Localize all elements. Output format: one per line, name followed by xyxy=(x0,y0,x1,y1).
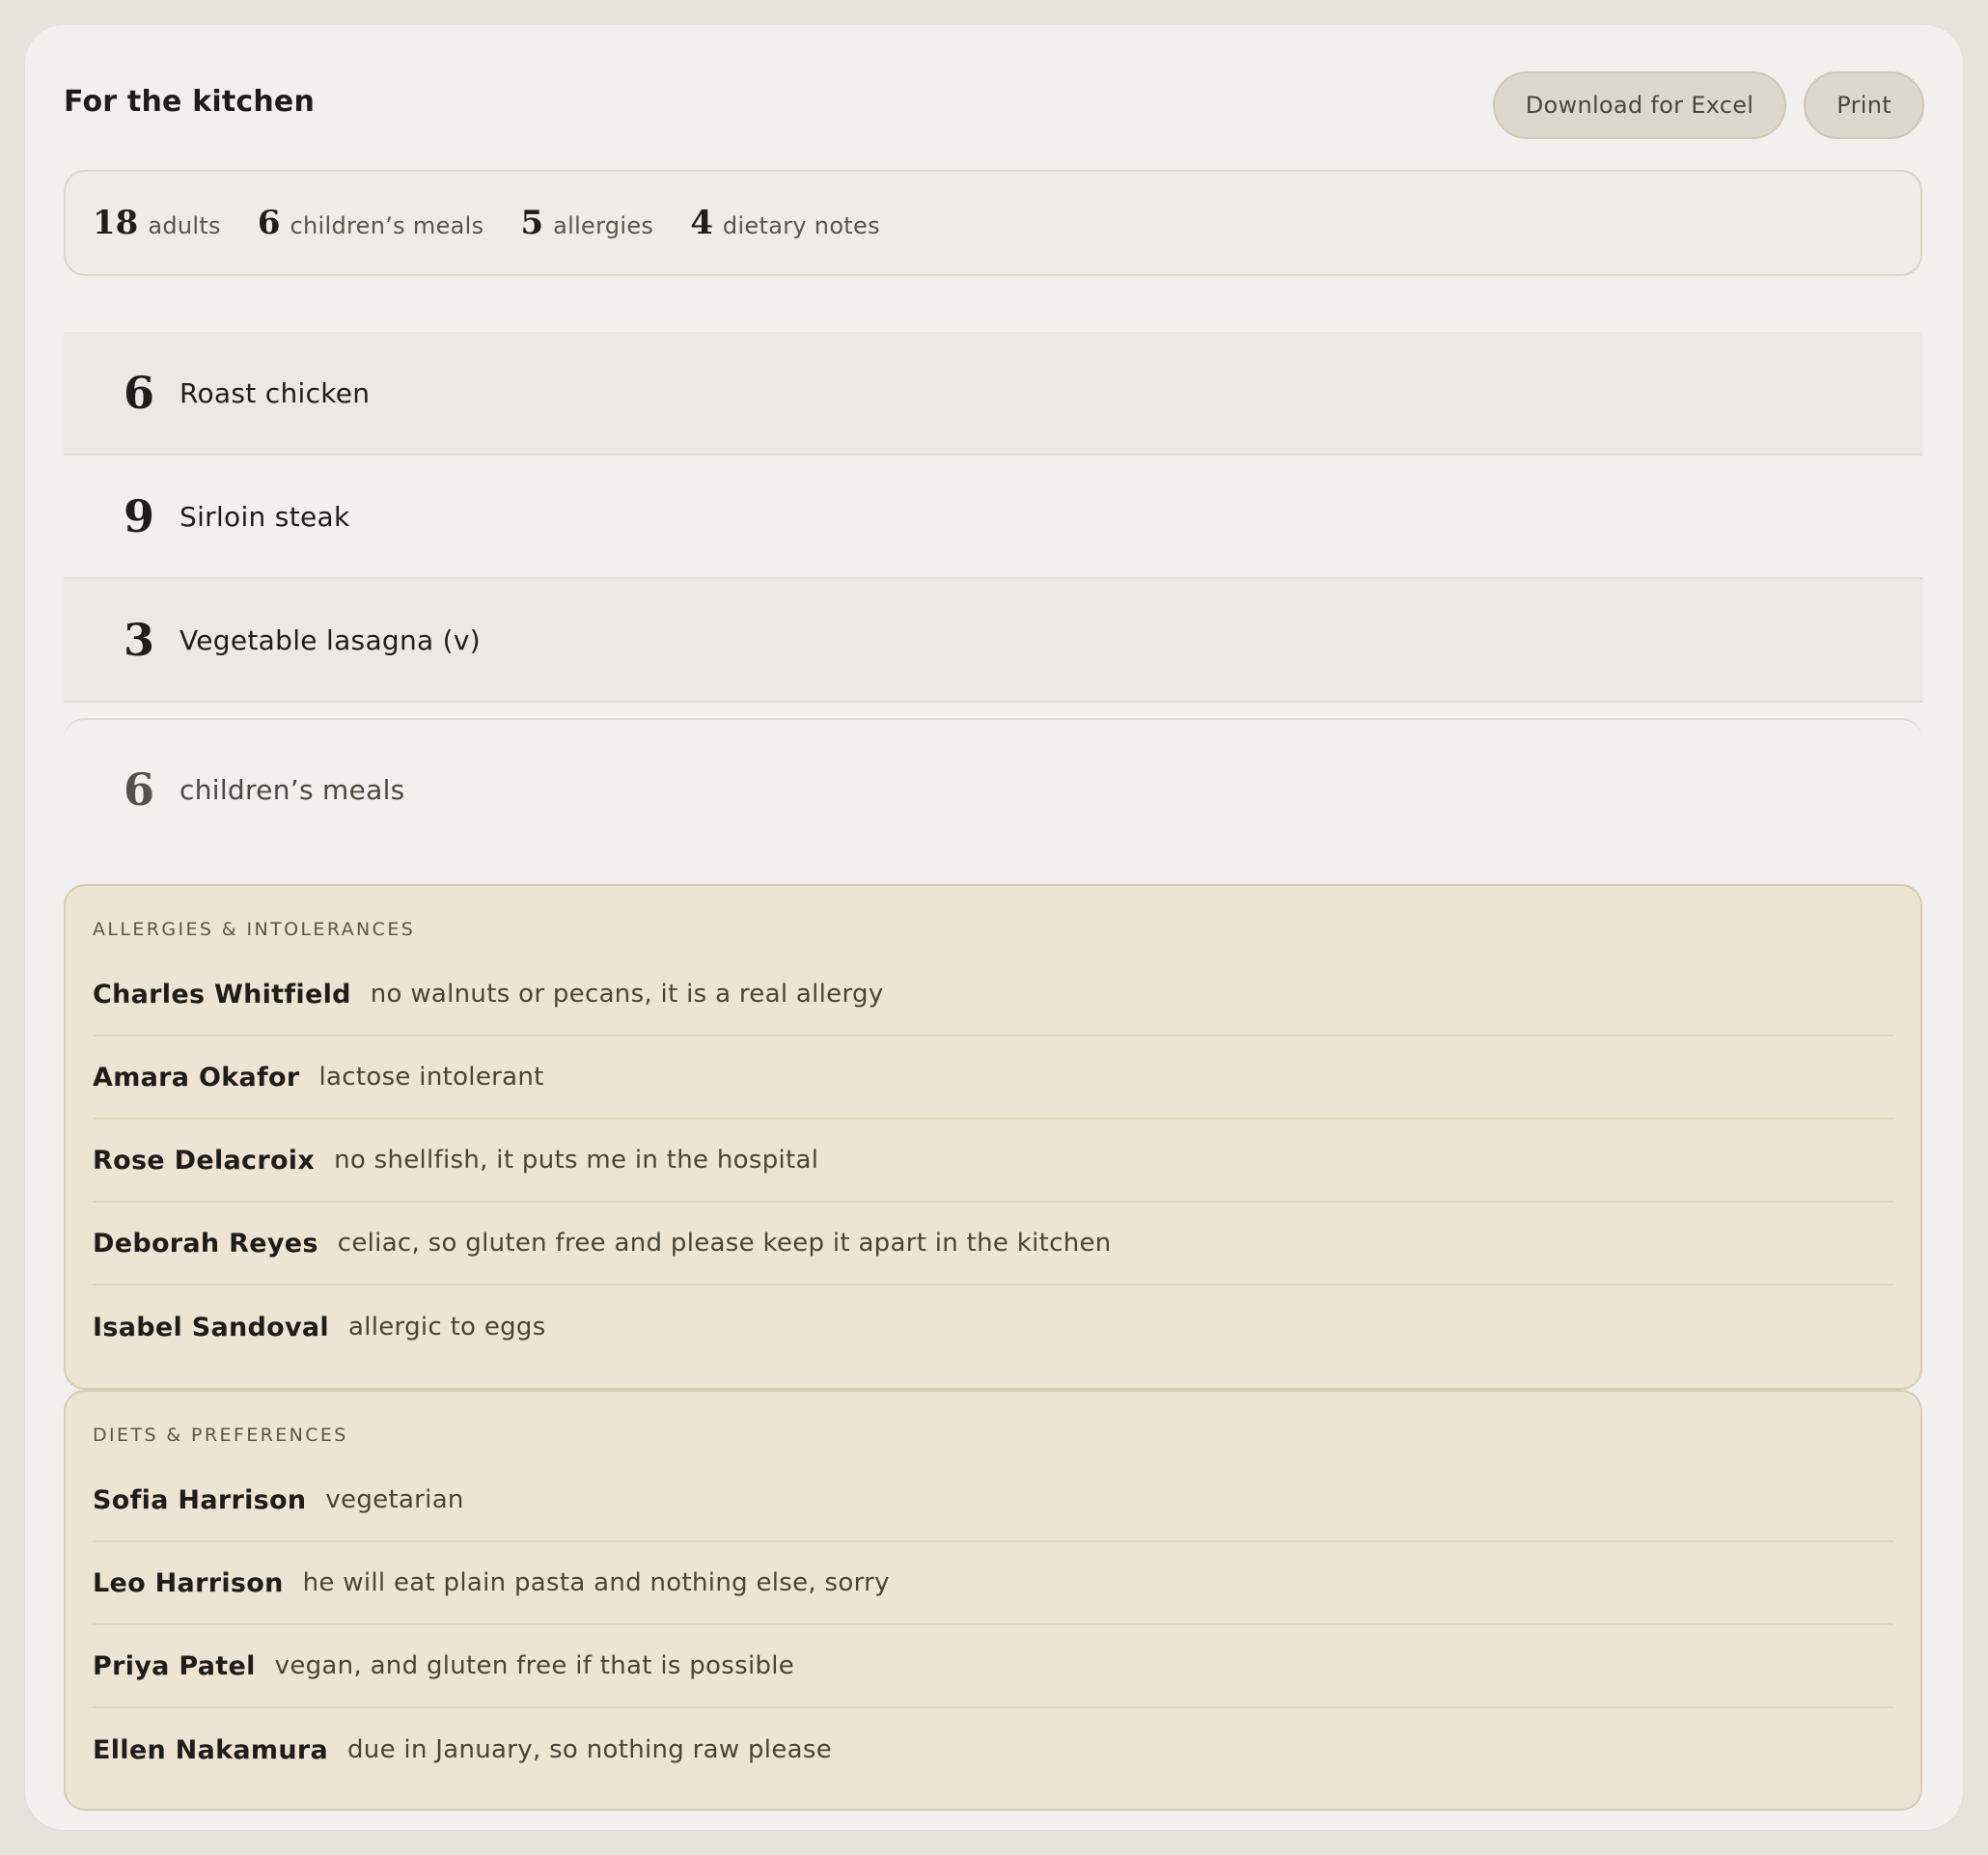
stat-value: 5 xyxy=(520,204,544,242)
download-excel-button[interactable]: Download for Excel xyxy=(1492,71,1787,139)
stat-label: dietary notes xyxy=(722,212,880,239)
dish-row: 6 Roast chicken xyxy=(64,332,1922,456)
note-row: Rose Delacroix no shellfish, it puts me … xyxy=(93,1120,1893,1203)
guest-name: Charles Whitfield xyxy=(93,979,351,1010)
guest-name: Deborah Reyes xyxy=(93,1228,318,1259)
guest-name: Leo Harrison xyxy=(93,1567,284,1598)
dish-count: 9 xyxy=(124,490,155,542)
stat-value: 4 xyxy=(690,204,713,242)
kitchen-card: For the kitchen Download for Excel Print… xyxy=(25,25,1963,1830)
guest-name: Sofia Harrison xyxy=(93,1484,307,1515)
note-row: Amara Okafor lactose intolerant xyxy=(93,1037,1893,1120)
stat-allergies: 5 allergies xyxy=(520,204,653,242)
childrens-meals-label: children’s meals xyxy=(179,773,405,806)
guest-note: lactose intolerant xyxy=(318,1063,544,1092)
guest-note: no walnuts or pecans, it is a real aller… xyxy=(370,980,884,1009)
section-title: ALLERGIES & INTOLERANCES xyxy=(93,919,416,940)
note-row: Charles Whitfield no walnuts or pecans, … xyxy=(93,954,1893,1037)
stat-value: 18 xyxy=(93,204,139,242)
allergy-list: Charles Whitfield no walnuts or pecans, … xyxy=(93,954,1893,1369)
dish-name: Roast chicken xyxy=(179,376,371,409)
stat-label: adults xyxy=(148,212,221,239)
guest-note: vegetarian xyxy=(325,1485,464,1514)
note-row: Sofia Harrison vegetarian xyxy=(93,1459,1893,1542)
dish-list: 6 Roast chicken 9 Sirloin steak 3 Vegeta… xyxy=(64,332,1922,703)
guest-note: due in January, so nothing raw please xyxy=(346,1735,832,1764)
note-row: Isabel Sandoval allergic to eggs xyxy=(93,1286,1893,1369)
stat-label: children’s meals xyxy=(290,212,484,239)
childrens-meals-row: 6 children’s meals xyxy=(64,718,1922,859)
guest-name: Ellen Nakamura xyxy=(93,1734,328,1765)
dish-name: Sirloin steak xyxy=(179,500,350,533)
stat-adults: 18 adults xyxy=(93,204,221,242)
dish-name: Vegetable lasagna (v) xyxy=(179,623,482,656)
dish-row: 3 Vegetable lasagna (v) xyxy=(64,579,1922,703)
note-row: Leo Harrison he will eat plain pasta and… xyxy=(93,1542,1893,1625)
summary-stats: 18 adults 6 children’s meals 5 allergies… xyxy=(64,170,1922,276)
guest-note: no shellfish, it puts me in the hospital xyxy=(334,1146,819,1175)
stat-childrens-meals: 6 children’s meals xyxy=(258,204,484,242)
note-row: Priya Patel vegan, and gluten free if th… xyxy=(93,1625,1893,1708)
page-title: For the kitchen xyxy=(64,85,316,119)
diets-panel: DIETS & PREFERENCES Sofia Harrison veget… xyxy=(64,1390,1922,1811)
stat-dietary-notes: 4 dietary notes xyxy=(690,204,880,242)
guest-note: allergic to eggs xyxy=(347,1313,546,1342)
allergies-panel: ALLERGIES & INTOLERANCES Charles Whitfie… xyxy=(64,884,1922,1390)
note-row: Deborah Reyes celiac, so gluten free and… xyxy=(93,1203,1893,1286)
dish-count: 6 xyxy=(124,367,155,419)
header-actions: Download for Excel Print xyxy=(1492,71,1924,139)
stat-label: allergies xyxy=(553,212,654,239)
guest-note: celiac, so gluten free and please keep i… xyxy=(337,1229,1112,1258)
dish-row: 9 Sirloin steak xyxy=(64,456,1922,579)
print-button[interactable]: Print xyxy=(1804,71,1924,139)
dish-count: 3 xyxy=(124,614,155,666)
guest-name: Rose Delacroix xyxy=(93,1145,316,1176)
note-row: Ellen Nakamura due in January, so nothin… xyxy=(93,1708,1893,1791)
guest-name: Isabel Sandoval xyxy=(93,1312,329,1343)
section-title: DIETS & PREFERENCES xyxy=(93,1425,348,1446)
guest-name: Priya Patel xyxy=(93,1650,256,1681)
stat-value: 6 xyxy=(257,204,281,242)
header: For the kitchen Download for Excel Print xyxy=(64,71,1924,141)
guest-name: Amara Okafor xyxy=(93,1062,300,1093)
guest-note: vegan, and gluten free if that is possib… xyxy=(274,1651,795,1680)
childrens-meals-count: 6 xyxy=(124,763,155,816)
guest-note: he will eat plain pasta and nothing else… xyxy=(302,1568,890,1597)
diet-list: Sofia Harrison vegetarian Leo Harrison h… xyxy=(93,1459,1893,1791)
